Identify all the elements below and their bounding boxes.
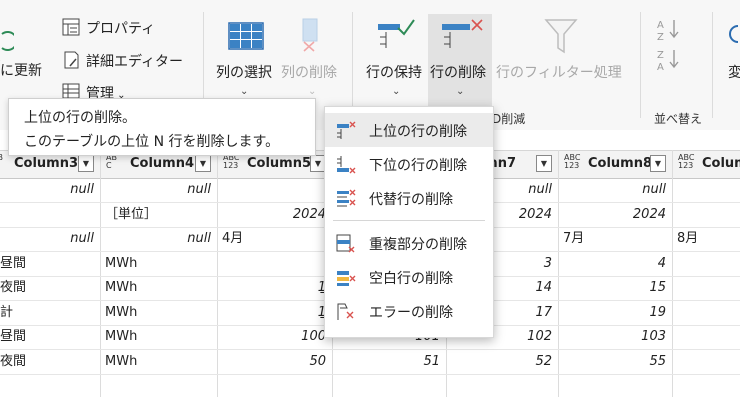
column-type-icon[interactable]: ABC123 [223, 154, 239, 170]
remove-blank-rows-icon [337, 271, 356, 286]
table-cell[interactable]: null [558, 178, 666, 202]
column-header-name: Column5 [247, 156, 312, 171]
table-cell[interactable]: MWh [105, 301, 214, 325]
column-type-icon[interactable]: ABC123 [678, 154, 694, 170]
remove-errors-icon [337, 303, 354, 320]
column-filter-dropdown-icon[interactable]: ▼ [78, 155, 94, 172]
table-cell[interactable]: 8月 [677, 227, 737, 251]
menu-item-remove-duplicates[interactable]: 重複部分の削除 [325, 226, 493, 260]
table-cell[interactable]: 1̱ [217, 301, 326, 325]
menu-item-remove-top-rows[interactable]: 上位の行の削除 [325, 113, 493, 147]
table-cell[interactable]: 50 [217, 350, 326, 374]
column-type-icon[interactable]: ABC [106, 154, 117, 170]
table-cell[interactable]: 2024 [558, 203, 666, 227]
column-filter-dropdown-icon[interactable]: ▼ [195, 155, 211, 172]
menu-separator [333, 220, 485, 221]
table-cell[interactable]: null [0, 178, 94, 202]
table-cell[interactable]: 52 [446, 350, 552, 374]
table-cell[interactable]: MWh [105, 325, 214, 349]
table-cell[interactable]: null [100, 178, 211, 202]
tooltip: 上位の行の削除。 このテーブルの上位 N 行を削除します。 [8, 98, 316, 156]
manage-icon [62, 83, 80, 99]
remove-top-rows-icon [337, 121, 356, 139]
keep-rows-button[interactable]: 行の保持 [366, 62, 422, 82]
table-cell[interactable]: 51 [332, 350, 440, 374]
table-cell[interactable]: 15 [558, 276, 666, 300]
table-cell[interactable]: 100 [217, 325, 326, 349]
table-cell[interactable]: 19 [558, 301, 666, 325]
remove-duplicates-icon [336, 234, 355, 253]
column-header[interactable]: ABC123 Column9 [672, 150, 740, 177]
refresh-icon [1, 31, 14, 51]
filter-rows-button[interactable]: 行のフィルター処理 [496, 62, 622, 82]
column-header-name: Column3 [14, 156, 79, 171]
table-cell[interactable]: 夜間 [0, 276, 92, 300]
table-cell[interactable]: 4月 [222, 227, 329, 251]
table-cell[interactable]: 7月 [563, 227, 669, 251]
remove-alternate-rows-icon [337, 189, 356, 207]
column-type-icon[interactable]: ABC [0, 154, 3, 170]
sort-icon: A Z Z A [657, 20, 679, 73]
advanced-editor-button[interactable]: 詳細エディター [86, 51, 183, 71]
svg-text:A: A [657, 20, 664, 31]
menu-item-remove-errors[interactable]: エラーの削除 [325, 294, 493, 328]
remove-bottom-rows-icon [337, 156, 356, 174]
table-cell[interactable]: 2024 [217, 203, 326, 227]
table-cell[interactable]: 昼間 [0, 325, 92, 349]
menu-item-remove-blank-rows[interactable]: 空白行の削除 [325, 260, 493, 294]
properties-icon [62, 18, 80, 36]
right-cut-button[interactable]: 変 [728, 62, 740, 82]
sort-group-label: 並べ替え [654, 112, 703, 126]
column-header[interactable]: ABC 123 Column8 ▼ [558, 150, 672, 177]
keep-rows-icon [378, 19, 415, 48]
remove-columns-chevron-icon[interactable]: ⌄ [308, 86, 316, 97]
table-cell[interactable]: 1̱ [217, 276, 326, 300]
combine-icon [729, 25, 739, 43]
menu-item-remove-alternate-rows[interactable]: 代替行の削除 [325, 181, 493, 215]
column-filter-dropdown-icon[interactable]: ▼ [536, 155, 552, 172]
keep-rows-chevron-icon[interactable]: ⌄ [392, 86, 400, 97]
svg-text:A: A [657, 62, 664, 73]
table-cell[interactable]: MWh [105, 276, 214, 300]
table-cell[interactable]: MWh [105, 252, 214, 276]
menu-item-remove-bottom-rows[interactable]: 下位の行の削除 [325, 147, 493, 181]
table-cell[interactable]: MWh [105, 350, 214, 374]
svg-text:Z: Z [657, 50, 664, 61]
column-header-name: Column8 [588, 156, 653, 171]
advanced-editor-icon [64, 51, 79, 69]
table-cell[interactable]: null [0, 227, 94, 251]
table-cell[interactable]: 夜間 [0, 350, 92, 374]
remove-rows-chevron-icon[interactable]: ⌄ [456, 86, 464, 97]
table-cell[interactable]: null [100, 227, 211, 251]
remove-columns-icon [302, 18, 318, 52]
column-header-name: Column4 [130, 156, 195, 171]
filter-icon [544, 19, 578, 54]
table-cell[interactable]: 昼間 [0, 252, 92, 276]
choose-columns-button[interactable]: 列の選択 [216, 62, 272, 82]
choose-columns-chevron-icon[interactable]: ⌄ [240, 86, 248, 97]
remove-rows-menu: 上位の行の削除 下位の行の削除 代替行の削除 重複部分の削除 空白行の削除 エラ… [324, 106, 494, 338]
table-cell[interactable]: ［単位］ [105, 203, 214, 227]
remove-rows-button[interactable]: 行の削除 [430, 62, 486, 82]
choose-columns-icon [228, 22, 264, 50]
tooltip-title: 上位の行の削除。 [24, 110, 136, 126]
reduce-rows-group-label: D削減 [492, 112, 526, 126]
column-filter-dropdown-icon[interactable]: ▼ [650, 155, 666, 172]
table-cell[interactable]: 103 [558, 325, 666, 349]
tooltip-description: このテーブルの上位 N 行を削除します。 [24, 134, 280, 150]
refresh-button[interactable]: ์に更新 [0, 60, 42, 82]
properties-button[interactable]: プロパティ [86, 18, 155, 38]
column-header-name: Column9 [702, 156, 740, 171]
remove-columns-button[interactable]: 列の削除 [281, 62, 337, 82]
table-cell[interactable]: 55 [558, 350, 666, 374]
remove-rows-icon [442, 19, 483, 48]
column-type-icon[interactable]: ABC123 [564, 154, 580, 170]
table-cell[interactable]: 計 [0, 301, 92, 325]
table-cell[interactable]: 4 [558, 252, 666, 276]
svg-text:Z: Z [657, 32, 664, 43]
